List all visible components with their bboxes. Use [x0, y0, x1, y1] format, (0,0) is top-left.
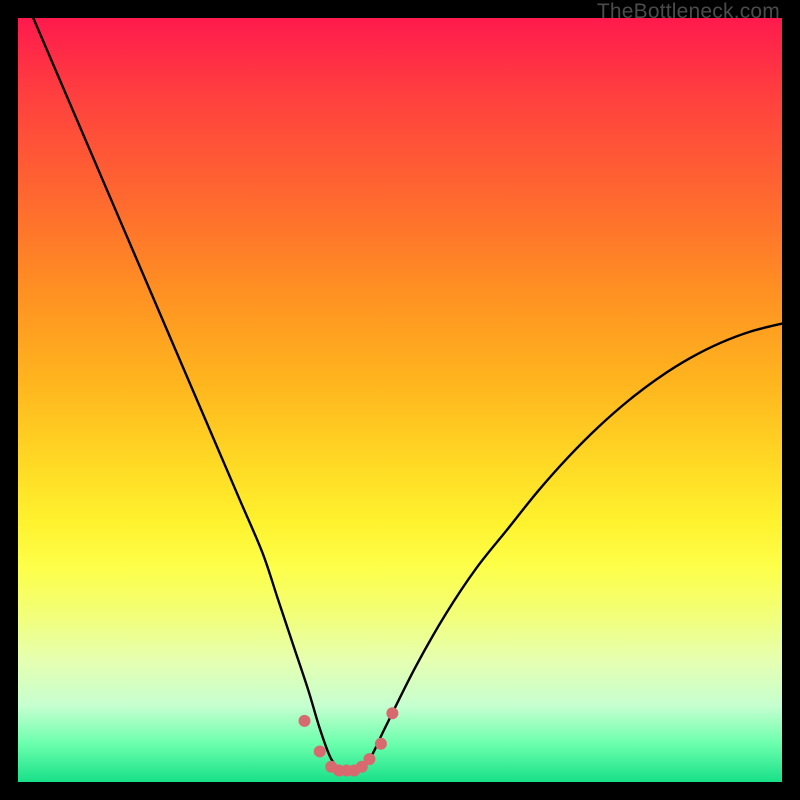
valley-marker-dot [314, 745, 326, 757]
plot-area [18, 18, 782, 782]
bottleneck-curve [33, 18, 782, 772]
valley-marker-dot [375, 738, 387, 750]
valley-marker-dot [363, 753, 375, 765]
watermark-text: TheBottleneck.com [597, 0, 780, 24]
valley-markers [299, 707, 399, 776]
chart-frame: TheBottleneck.com [0, 0, 800, 800]
chart-svg [18, 18, 782, 782]
valley-marker-dot [299, 715, 311, 727]
valley-marker-dot [386, 707, 398, 719]
